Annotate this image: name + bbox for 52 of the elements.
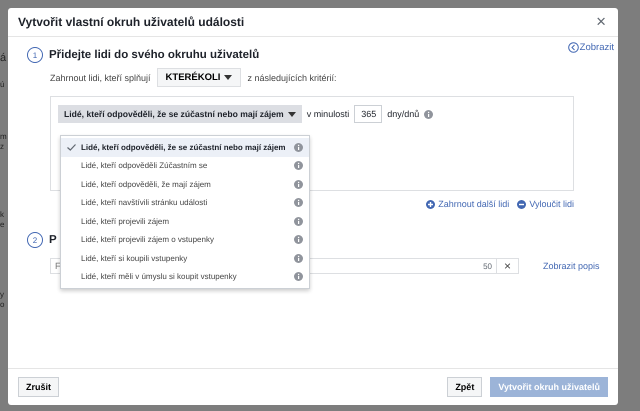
menu-item[interactable]: Lidé, kteří projevili zájem o vstupenky: [61, 230, 309, 249]
check-icon: [67, 144, 76, 151]
step-title: Přidejte lidi do svého okruhu uživatelů: [49, 49, 260, 61]
background-text: m: [0, 132, 7, 141]
menu-item[interactable]: Lidé, kteří odpověděli Zúčastním se: [61, 156, 309, 175]
clear-button[interactable]: ×: [497, 258, 519, 274]
menu-item[interactable]: Lidé, kteří navštívili stránku události: [61, 194, 309, 212]
caret-icon: [224, 75, 232, 80]
rule-type-dropdown[interactable]: Lidé, kteří odpověděli, že se zúčastní nebo mají zájem: [58, 105, 302, 123]
days-unit: dny/dnů: [387, 109, 420, 119]
background-text: z: [0, 142, 4, 151]
close-button[interactable]: ×: [594, 14, 608, 30]
step-number: 2: [27, 232, 43, 248]
criteria-label: z následujících kritérií:: [247, 72, 336, 82]
match-dropdown[interactable]: KTERÉKOLI: [156, 68, 242, 87]
background-text: e: [0, 220, 4, 229]
info-icon: [294, 254, 303, 263]
info-icon: [294, 216, 303, 226]
back-button[interactable]: Zpět: [447, 377, 482, 397]
show-description-link[interactable]: Zobrazit popis: [543, 261, 600, 271]
info-icon: [294, 272, 303, 282]
caret-icon: [288, 112, 296, 116]
show-link[interactable]: Zobrazit: [568, 42, 614, 53]
step-title: P: [49, 234, 57, 246]
background-text: o: [0, 300, 4, 309]
info-icon: [294, 235, 303, 244]
include-link[interactable]: Zahrnout další lidi: [426, 199, 510, 209]
background-text: ú: [0, 80, 4, 89]
info-icon: [294, 180, 303, 189]
character-count: 50: [483, 262, 492, 271]
background-text: k: [0, 210, 4, 219]
menu-item[interactable]: Lidé, kteří měli v úmyslu si koupit vstupenky: [61, 268, 309, 286]
menu-item[interactable]: Lidé, kteří odpověděli, že se zúčastní nebo mají zájem: [61, 138, 309, 156]
criteria-label: Zahrnout lidi, kteří splňují: [50, 72, 151, 82]
background-text: y: [0, 290, 4, 299]
exclude-link[interactable]: Vyloučit lidi: [517, 199, 574, 209]
minus-icon: [517, 200, 526, 208]
info-icon: [424, 110, 434, 118]
plus-icon: [426, 200, 436, 208]
background-text: á: [0, 52, 6, 64]
info-icon: [294, 142, 303, 152]
info-icon: [294, 161, 303, 170]
chevron-left-icon: [568, 42, 579, 53]
step-number: 1: [27, 47, 43, 63]
menu-item[interactable]: Lidé, kteří odpověděli, že mají zájem: [61, 175, 309, 194]
info-icon: [294, 198, 303, 208]
days-field[interactable]: 365: [354, 105, 382, 123]
menu-item[interactable]: Lidé, kteří projevili zájem: [61, 212, 309, 230]
dialog-title: Vytvořit vlastní okruh uživatelů události: [18, 15, 246, 29]
menu-item[interactable]: Lidé, kteří si koupili vstupenky: [61, 249, 309, 268]
cancel-button[interactable]: Zrušit: [18, 377, 60, 397]
period-label: v minulosti: [306, 109, 350, 119]
